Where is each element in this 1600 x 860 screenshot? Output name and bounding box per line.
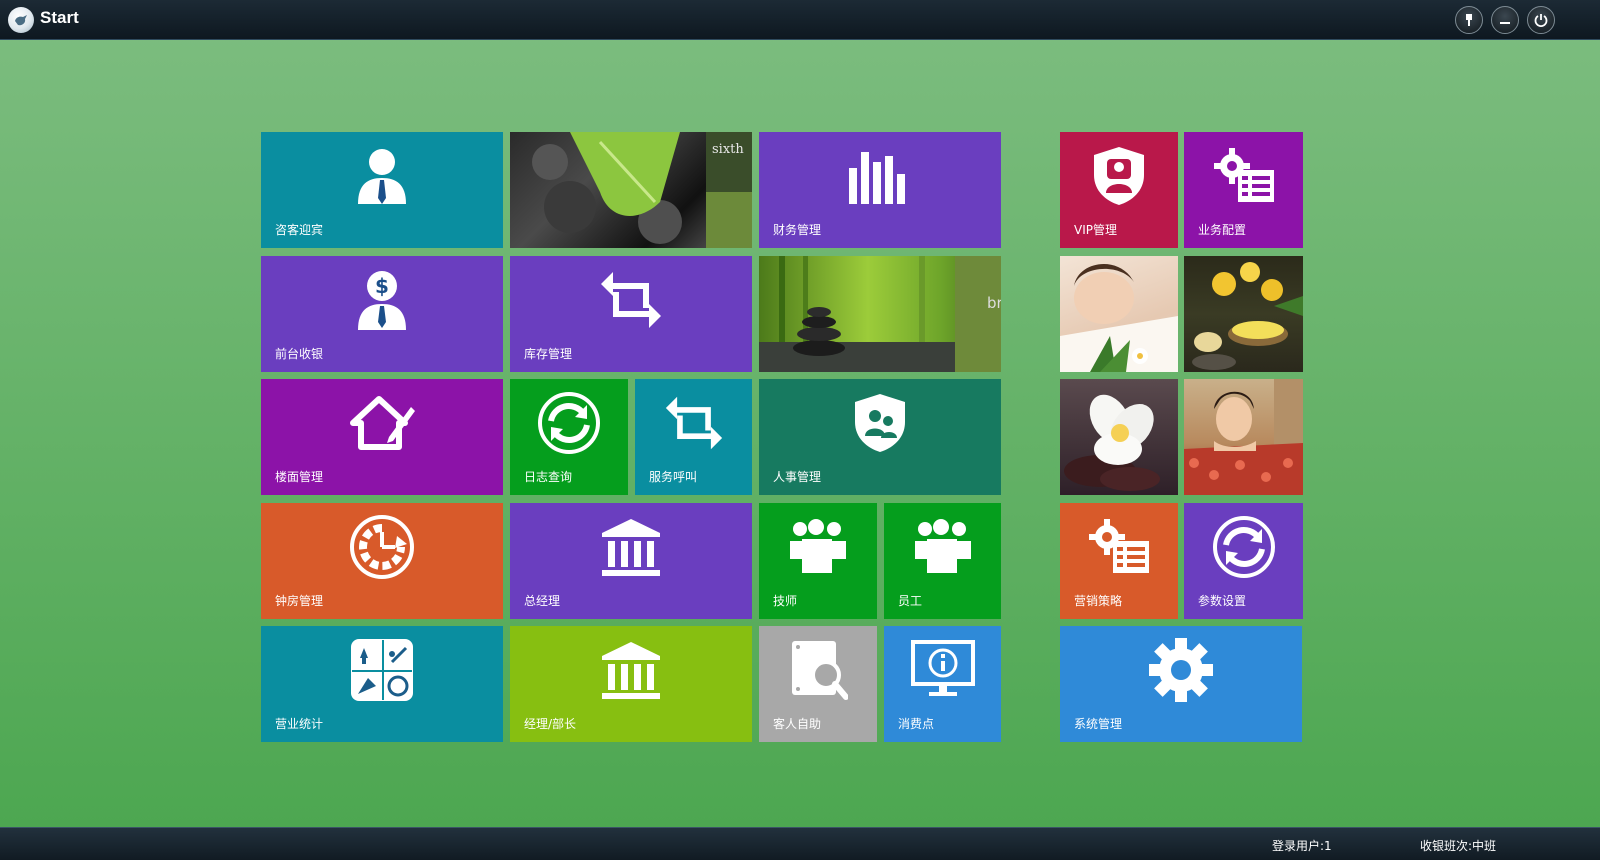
- tile-label: 库存管理: [524, 347, 573, 361]
- photo-caption: br: [987, 294, 1001, 312]
- tile-hr[interactable]: 人事管理: [759, 379, 1001, 495]
- photo-tile-bamboo[interactable]: br: [759, 256, 1001, 372]
- tile-staff[interactable]: 员工: [884, 503, 1001, 619]
- tile-clock-room[interactable]: 钟房管理: [261, 503, 503, 619]
- bath-woman-image: [1184, 379, 1303, 495]
- tile-vip[interactable]: VIP管理: [1060, 132, 1178, 248]
- tile-self-service[interactable]: 客人自助: [759, 626, 877, 742]
- tile-marketing[interactable]: 营销策略: [1060, 503, 1178, 619]
- tile-label: VIP管理: [1074, 223, 1117, 237]
- refresh-icon: [538, 392, 600, 454]
- photo-tile-flowers[interactable]: [1184, 256, 1303, 372]
- monitor-info-icon: [910, 640, 975, 696]
- title-bar: Start: [0, 0, 1600, 40]
- photo-tile-leaf[interactable]: sixth: [510, 132, 752, 248]
- minimize-icon: [1500, 22, 1510, 24]
- tile-label: 人事管理: [773, 470, 822, 484]
- swap-arrows-icon: [601, 272, 661, 328]
- tile-label: 技师: [773, 594, 798, 608]
- plumeria-stones-image: [1064, 394, 1160, 491]
- tile-system[interactable]: 系统管理: [1060, 626, 1302, 742]
- magnifier-doc-icon: [792, 641, 848, 700]
- tile-label: 前台收银: [275, 347, 324, 361]
- tile-manager[interactable]: 经理/部长: [510, 626, 752, 742]
- gear-list-icon: [1089, 519, 1149, 573]
- tile-label: 业务配置: [1198, 223, 1247, 237]
- users-group-icon: [790, 519, 846, 573]
- bamboo-stones-image: [759, 256, 1001, 372]
- users-group-icon: [914, 519, 971, 573]
- pin-button[interactable]: [1455, 6, 1483, 34]
- tile-cashier[interactable]: $ 前台收银: [261, 256, 503, 372]
- tile-label: 经理/部长: [524, 717, 577, 731]
- minimize-button[interactable]: [1491, 6, 1519, 34]
- svg-text:$: $: [375, 274, 389, 298]
- tile-label: 员工: [898, 594, 923, 608]
- yellow-flowers-image: [1192, 262, 1303, 370]
- tile-gm[interactable]: 总经理: [510, 503, 752, 619]
- spa-face-image: [1060, 263, 1178, 372]
- tile-label: 营销策略: [1074, 594, 1123, 608]
- tile-label: 参数设置: [1198, 594, 1247, 608]
- status-bar: 登录用户:1 收银班次:中班: [0, 827, 1600, 860]
- gear-list-icon: [1213, 148, 1274, 202]
- start-logo-icon[interactable]: [8, 7, 34, 33]
- photo-caption: sixth: [712, 142, 744, 157]
- swap-arrows-icon: [665, 396, 722, 450]
- refresh-icon: [1212, 516, 1275, 578]
- tile-logs[interactable]: 日志查询: [510, 379, 628, 495]
- tile-consumption-point[interactable]: 消费点: [884, 626, 1001, 742]
- house-pencil-icon: [350, 396, 415, 450]
- tile-business-config[interactable]: 业务配置: [1184, 132, 1303, 248]
- tile-service-call[interactable]: 服务呼叫: [635, 379, 752, 495]
- person-dollar-icon: $: [358, 271, 406, 330]
- tile-label: 总经理: [524, 594, 561, 608]
- shift-status: 收银班次:中班: [1420, 839, 1497, 853]
- shield-user-icon: [1094, 147, 1144, 205]
- clock-cycle-icon: [350, 515, 414, 579]
- power-icon: [1534, 14, 1548, 27]
- shield-users-icon: [855, 394, 905, 452]
- tile-label: 客人自助: [773, 717, 822, 731]
- photo-tile-spa-face[interactable]: [1060, 256, 1178, 372]
- power-button[interactable]: [1527, 6, 1555, 34]
- bank-building-icon: [602, 519, 660, 576]
- tile-label: 财务管理: [773, 223, 822, 237]
- stats-grid-icon: [351, 639, 413, 701]
- tile-label: 系统管理: [1074, 717, 1123, 731]
- tile-params[interactable]: 参数设置: [1184, 503, 1303, 619]
- app-title: Start: [40, 8, 79, 27]
- gear-icon: [1149, 638, 1213, 702]
- pin-icon: [1466, 14, 1472, 26]
- tile-floor[interactable]: 楼面管理: [261, 379, 503, 495]
- tile-finance[interactable]: 财务管理: [759, 132, 1001, 248]
- tile-technician[interactable]: 技师: [759, 503, 877, 619]
- bar-chart-icon: [849, 152, 905, 204]
- tile-label: 服务呼叫: [649, 470, 698, 484]
- tile-label: 咨客迎宾: [275, 223, 324, 237]
- login-user-status: 登录用户:1: [1272, 839, 1332, 853]
- person-tie-icon: [358, 149, 406, 204]
- tile-label: 消费点: [898, 717, 935, 731]
- bank-building-icon: [602, 642, 660, 699]
- photo-tile-plumeria[interactable]: [1060, 379, 1178, 495]
- tile-inventory[interactable]: 库存管理: [510, 256, 752, 372]
- tile-reception[interactable]: 咨客迎宾: [261, 132, 503, 248]
- tile-label: 营业统计: [275, 717, 324, 731]
- tile-business-stats[interactable]: 营业统计: [261, 626, 503, 742]
- tile-label: 楼面管理: [275, 470, 324, 484]
- tile-label: 钟房管理: [275, 594, 324, 608]
- photo-tile-bath[interactable]: [1184, 379, 1303, 495]
- tile-label: 日志查询: [524, 470, 573, 484]
